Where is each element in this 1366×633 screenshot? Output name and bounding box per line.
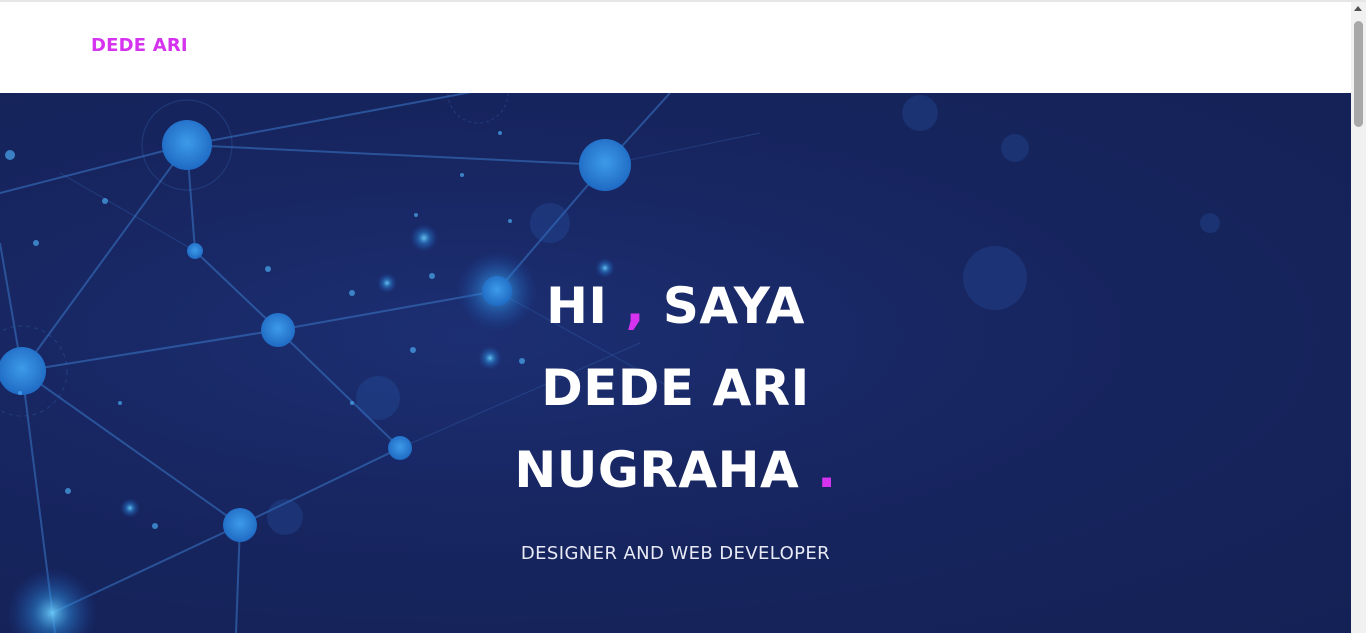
hero-subtitle: DESIGNER AND WEB DEVELOPER — [520, 543, 831, 564]
headline-greeting: HI — [546, 277, 608, 335]
headline-comma-accent: , — [625, 277, 645, 335]
hero-headline-line-3: NUGRAHA . — [0, 429, 1351, 511]
brand-logo-link[interactable]: DEDE ARI — [91, 35, 188, 56]
headline-first-name: DEDE ARI — [541, 359, 810, 417]
headline-last-name: NUGRAHA — [514, 441, 800, 499]
navbar: DEDE ARI — [0, 2, 1351, 93]
hero-headline-line-1: HI , SAYA — [0, 265, 1351, 347]
page-scrollbar[interactable] — [1351, 2, 1366, 633]
hero-section: HI , SAYA DEDE ARI NUGRAHA . DESIGNER AN… — [0, 93, 1351, 633]
scroll-up-arrow-icon[interactable] — [1354, 6, 1362, 11]
hero-headline-line-2: DEDE ARI — [0, 347, 1351, 429]
headline-saya: SAYA — [662, 277, 805, 335]
headline-dot-accent: . — [817, 441, 837, 499]
scrollbar-thumb[interactable] — [1354, 21, 1363, 127]
